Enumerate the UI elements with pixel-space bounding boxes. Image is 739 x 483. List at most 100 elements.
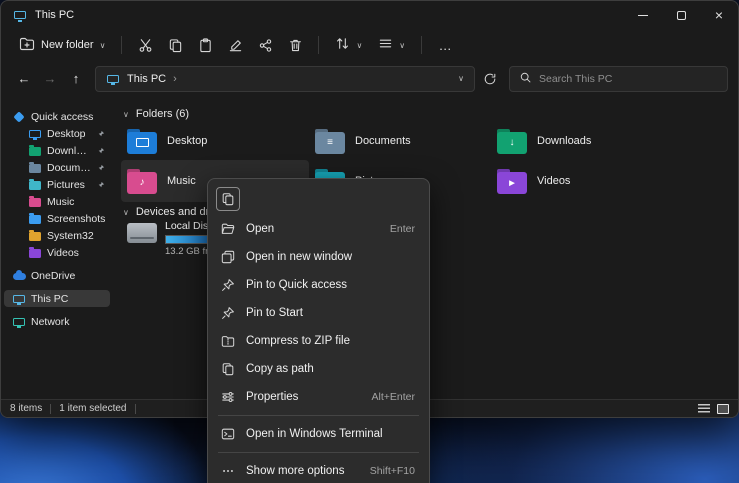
hard-drive-icon — [127, 223, 157, 243]
folder-tile-downloads[interactable]: ↓ Downloads — [497, 122, 675, 160]
menu-divider — [218, 452, 419, 453]
videos-icon — [28, 247, 42, 259]
chevron-down-icon: ∨ — [123, 208, 129, 217]
downloads-folder-icon: ↓ — [497, 129, 527, 154]
music-icon — [28, 196, 42, 208]
forward-button[interactable]: → — [37, 66, 63, 92]
this-pc-icon — [106, 73, 120, 85]
chevron-down-icon: ∨ — [100, 41, 106, 50]
minimize-button[interactable] — [624, 1, 662, 29]
pin-icon — [220, 306, 236, 320]
sidebar-item-network[interactable]: Network — [4, 313, 110, 330]
view-icon — [378, 36, 393, 54]
status-divider — [50, 404, 51, 414]
sidebar-item-pictures[interactable]: Pictures — [4, 176, 110, 193]
menu-item-compress-to-zip[interactable]: Compress to ZIP file — [212, 327, 425, 355]
folder-tile-documents[interactable]: ≡ Documents — [315, 122, 493, 160]
status-divider — [135, 404, 136, 414]
toolbar-divider — [318, 36, 319, 54]
new-window-icon — [220, 250, 236, 264]
documents-folder-icon: ≡ — [315, 129, 345, 154]
sidebar-item-videos[interactable]: Videos — [4, 244, 110, 261]
rename-button[interactable] — [220, 32, 250, 58]
search-box[interactable] — [509, 66, 728, 92]
menu-item-open-in-new-window[interactable]: Open in new window — [212, 243, 425, 271]
search-input[interactable] — [539, 73, 718, 85]
view-toggles — [698, 404, 729, 414]
music-folder-icon: ♪ — [127, 169, 157, 194]
chevron-down-icon: ∨ — [123, 110, 129, 119]
sidebar-item-onedrive[interactable]: OneDrive — [4, 267, 110, 284]
toolbar-divider — [421, 36, 422, 54]
refresh-button[interactable] — [477, 66, 503, 92]
new-folder-label: New folder — [41, 39, 94, 51]
breadcrumb-this-pc[interactable]: This PC — [127, 73, 166, 85]
menu-item-properties[interactable]: Properties Alt+Enter — [212, 383, 425, 411]
sidebar-item-downloads[interactable]: Downloads — [4, 142, 110, 159]
toolbar-divider — [121, 36, 122, 54]
folder-tile-desktop[interactable]: Desktop — [127, 122, 305, 160]
breadcrumb-separator-icon: › — [173, 73, 177, 85]
navigation-bar: ← → ↑ This PC › ∨ — [1, 61, 738, 96]
pin-icon — [97, 130, 105, 138]
large-icons-view-icon[interactable] — [717, 404, 729, 414]
open-icon — [220, 222, 236, 236]
sort-button[interactable]: ∨ — [327, 32, 370, 58]
window-controls: × — [624, 1, 738, 29]
terminal-icon — [220, 427, 236, 441]
folder-tile-videos[interactable]: ▶ Videos — [497, 162, 675, 200]
pin-icon — [97, 147, 105, 155]
sidebar-item-desktop[interactable]: Desktop — [4, 125, 110, 142]
menu-item-copy-as-path[interactable]: Copy as path — [212, 355, 425, 383]
sidebar-item-screenshots[interactable]: Screenshots — [4, 210, 110, 227]
sort-icon — [335, 36, 350, 54]
up-button[interactable]: ↑ — [63, 66, 89, 92]
menu-item-open-in-windows-terminal[interactable]: Open in Windows Terminal — [212, 420, 425, 448]
sidebar-item-this-pc[interactable]: This PC — [4, 290, 110, 307]
maximize-button[interactable] — [662, 1, 700, 29]
address-bar[interactable]: This PC › ∨ — [95, 66, 475, 92]
back-button[interactable]: ← — [11, 66, 37, 92]
sidebar-item-documents[interactable]: Documents — [4, 159, 110, 176]
zip-icon — [220, 334, 236, 348]
menu-item-open[interactable]: Open Enter — [212, 215, 425, 243]
desktop-icon — [28, 128, 42, 140]
system32-folder-icon — [28, 230, 42, 242]
view-button[interactable]: ∨ — [370, 32, 413, 58]
more-options-icon — [220, 464, 236, 478]
desktop-folder-icon — [127, 129, 157, 154]
copy-button[interactable] — [216, 187, 240, 211]
search-icon — [519, 71, 532, 87]
pictures-icon — [28, 179, 42, 191]
properties-icon — [220, 390, 236, 404]
sidebar-item-quick-access[interactable]: Quick access — [4, 108, 110, 125]
copy-button[interactable] — [160, 32, 190, 58]
menu-item-show-more-options[interactable]: Show more options Shift+F10 — [212, 457, 425, 483]
navigation-pane: Quick access Desktop Downloads Documents… — [1, 96, 113, 399]
address-dropdown-icon[interactable]: ∨ — [458, 74, 464, 83]
sidebar-item-system32[interactable]: System32 — [4, 227, 110, 244]
menu-item-pin-to-start[interactable]: Pin to Start — [212, 299, 425, 327]
downloads-icon — [28, 145, 42, 157]
menu-item-pin-to-quick-access[interactable]: Pin to Quick access — [212, 271, 425, 299]
share-button[interactable] — [250, 32, 280, 58]
close-button[interactable]: × — [700, 1, 738, 29]
selection-count: 1 item selected — [59, 403, 126, 414]
delete-button[interactable] — [280, 32, 310, 58]
see-more-button[interactable]: … — [430, 32, 460, 58]
network-icon — [12, 316, 26, 328]
this-pc-icon — [12, 293, 26, 305]
context-menu: Open Enter Open in new window Pin to Qui… — [207, 178, 430, 483]
menu-divider — [218, 415, 419, 416]
command-toolbar: New folder ∨ ∨ ∨ … — [1, 29, 738, 61]
sidebar-item-music[interactable]: Music — [4, 193, 110, 210]
screenshots-icon — [28, 213, 42, 225]
paste-button[interactable] — [190, 32, 220, 58]
details-view-icon[interactable] — [698, 404, 710, 413]
folders-section-header[interactable]: ∨ Folders (6) — [123, 108, 189, 120]
new-folder-button[interactable]: New folder ∨ — [11, 32, 113, 58]
new-folder-icon — [19, 37, 35, 54]
videos-folder-icon: ▶ — [497, 169, 527, 194]
cut-button[interactable] — [130, 32, 160, 58]
onedrive-cloud-icon — [12, 270, 26, 282]
